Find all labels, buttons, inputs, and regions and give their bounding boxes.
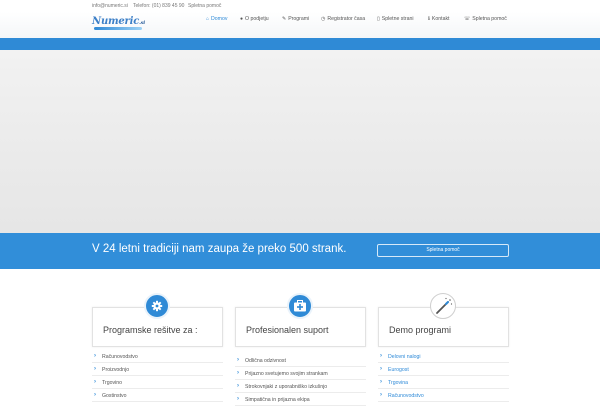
- info-icon: ℹ: [428, 16, 430, 22]
- nav-item-home[interactable]: ⌂ Domov: [206, 16, 227, 22]
- chevron-right-icon: ›: [380, 366, 382, 372]
- list-item[interactable]: › Proizvodnjo: [92, 363, 223, 376]
- nav-item-programs[interactable]: ✎ Programi: [282, 16, 309, 22]
- list-item[interactable]: › Trgovino: [92, 376, 223, 389]
- chevron-right-icon: ›: [237, 383, 239, 389]
- contact-email[interactable]: info@numeric.si: [92, 3, 128, 9]
- chevron-right-icon: ›: [237, 370, 239, 376]
- nav-label: Spletna pomoč: [472, 16, 507, 22]
- card-title: Profesionalen suport: [246, 325, 329, 335]
- chevron-right-icon: ›: [237, 396, 239, 402]
- tagline-banner: V 24 letni tradiciji nam zaupa že preko …: [0, 233, 600, 269]
- contact-phone: Telefon: (01) 839 45 90: [133, 3, 185, 9]
- nav-label: O podjetju: [245, 16, 269, 22]
- header-blue-bar: [0, 38, 600, 50]
- chevron-right-icon: ›: [380, 379, 382, 385]
- chevron-right-icon: ›: [94, 379, 96, 385]
- chevron-right-icon: ›: [380, 353, 382, 359]
- help-link[interactable]: Spletna pomoč: [188, 3, 221, 9]
- top-info-bar: info@numeric.si Telefon: (01) 839 45 90 …: [0, 0, 600, 12]
- list-item[interactable]: › Delovni nalogi: [378, 350, 509, 363]
- nav-item-help[interactable]: ☏ Spletna pomoč: [464, 16, 507, 22]
- magic-wand-icon: [430, 293, 456, 319]
- list-item[interactable]: › Odlična odzivnost: [235, 354, 366, 367]
- list-item[interactable]: › Gostinstvo: [92, 389, 223, 402]
- nav-label: Kontakt: [431, 16, 450, 22]
- chevron-right-icon: ›: [94, 353, 96, 359]
- list-item[interactable]: › Strokovnjaki z uporabniško izkušnjo: [235, 380, 366, 393]
- nav-item-websites[interactable]: ▯ Spletne strani: [377, 16, 414, 22]
- edit-icon: ✎: [282, 16, 287, 22]
- chevron-right-icon: ›: [380, 392, 382, 398]
- nav-item-contact[interactable]: ℹ Kontakt: [428, 16, 450, 22]
- chevron-right-icon: ›: [237, 357, 239, 363]
- chevron-right-icon: ›: [94, 366, 96, 372]
- card-title: Programske rešitve za :: [103, 325, 198, 335]
- nav-item-about[interactable]: ● O podjetju: [240, 16, 269, 22]
- list-item[interactable]: › Računovodstvo: [92, 350, 223, 363]
- nav-label: Programi: [288, 16, 310, 22]
- card-title: Demo programi: [389, 325, 452, 335]
- user-icon: ●: [240, 16, 244, 22]
- list-item[interactable]: › Trgovina: [378, 376, 509, 389]
- gear-icon: [144, 293, 170, 319]
- clock-icon: ◷: [321, 16, 326, 22]
- nav-label: Domov: [211, 16, 228, 22]
- list-item[interactable]: › Prijazno svetujemo svojim strankam: [235, 367, 366, 380]
- list-item[interactable]: › Eurogost: [378, 363, 509, 376]
- online-help-button[interactable]: Spletna pomoč: [377, 244, 509, 257]
- main-nav: ⌂ Domov ● O podjetju ✎ Programi ◷ Registrato…: [0, 12, 600, 38]
- list-item[interactable]: › Računovodstvo: [378, 389, 509, 402]
- chevron-right-icon: ›: [94, 392, 96, 398]
- tagline-text: V 24 letni tradiciji nam zaupa že preko …: [92, 243, 347, 255]
- medkit-icon: [287, 293, 313, 319]
- help-icon: ☏: [464, 16, 471, 22]
- nav-label: Spletne strani: [381, 16, 414, 22]
- nav-item-time-registrar[interactable]: ◷ Registrator časa: [321, 16, 365, 22]
- hero-slider[interactable]: [0, 50, 600, 233]
- home-icon: ⌂: [206, 16, 210, 22]
- nav-label: Registrator časa: [327, 16, 366, 22]
- tablet-icon: ▯: [377, 16, 380, 22]
